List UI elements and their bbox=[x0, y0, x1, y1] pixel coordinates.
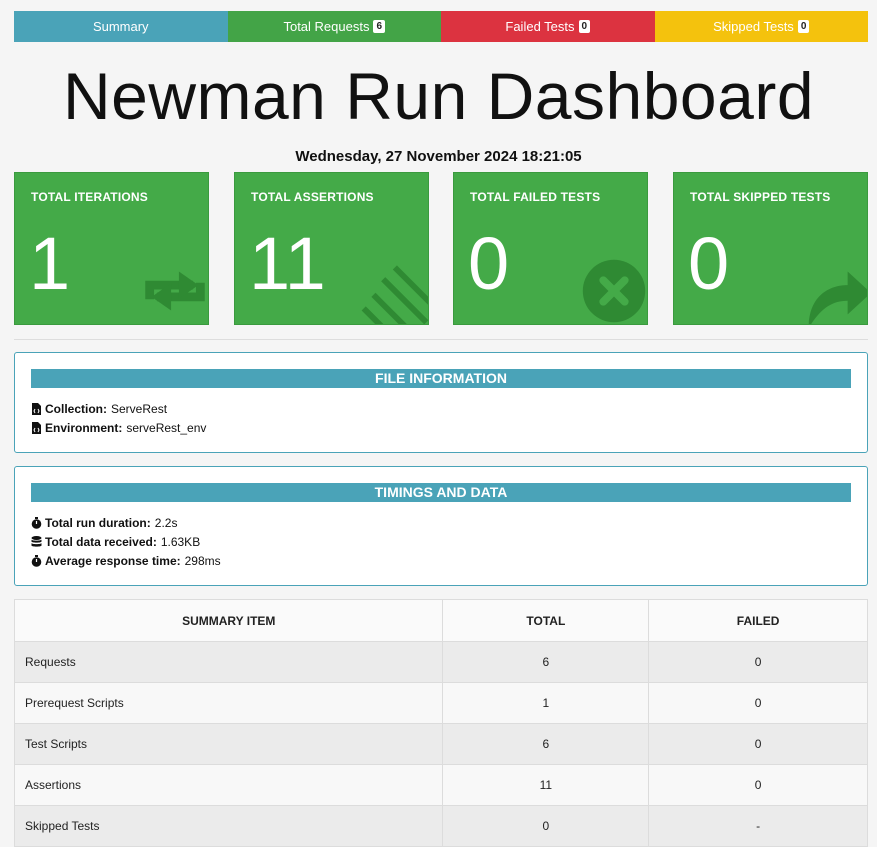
table-row: Prerequest Scripts 1 0 bbox=[13, 682, 868, 724]
count-badge: 0 bbox=[797, 20, 810, 33]
table-row: Test Scripts 6 0 bbox=[13, 723, 868, 765]
summary-item: Requests bbox=[13, 641, 444, 683]
total-cell: 1 bbox=[442, 682, 650, 724]
stopwatch-icon bbox=[31, 517, 42, 529]
card-total-assertions: TOTAL ASSERTIONS 11 bbox=[234, 172, 429, 325]
failed-cell: 0 bbox=[648, 641, 868, 683]
environment-row: Environment: serveRest_env bbox=[31, 421, 206, 435]
summary-item: Prerequest Scripts bbox=[13, 682, 444, 724]
collection-row: Collection: ServeRest bbox=[31, 402, 167, 416]
collection-label: Collection: bbox=[45, 402, 107, 416]
card-value: 0 bbox=[468, 222, 510, 305]
panel-heading: FILE INFORMATION bbox=[31, 369, 851, 388]
tab-label: Failed Tests bbox=[505, 19, 575, 34]
sync-icon bbox=[145, 271, 205, 311]
data-received-label: Total data received: bbox=[45, 535, 157, 549]
stopwatch-icon bbox=[31, 555, 42, 567]
tab-failed-tests[interactable]: Failed Tests 0 bbox=[441, 11, 655, 42]
file-information-panel: FILE INFORMATION Collection: ServeRest E… bbox=[14, 352, 868, 453]
tab-label: Total Requests bbox=[283, 19, 370, 34]
card-total-failed-tests: TOTAL FAILED TESTS 0 bbox=[453, 172, 648, 325]
data-received-value: 1.63KB bbox=[160, 535, 201, 549]
panel-heading: TIMINGS AND DATA bbox=[31, 483, 851, 502]
tab-summary[interactable]: Summary bbox=[14, 11, 228, 42]
failed-cell: - bbox=[648, 805, 868, 847]
card-label: TOTAL SKIPPED TESTS bbox=[690, 190, 831, 204]
data-received-row: Total data received: 1.63KB bbox=[31, 535, 200, 549]
environment-label: Environment: bbox=[45, 421, 123, 435]
total-cell: 11 bbox=[442, 764, 650, 806]
card-label: TOTAL FAILED TESTS bbox=[470, 190, 601, 204]
response-time-label: Average response time: bbox=[45, 554, 181, 568]
table-row: Assertions 11 0 bbox=[13, 764, 868, 806]
card-value: 11 bbox=[249, 222, 326, 305]
response-time-row: Average response time: 298ms bbox=[31, 554, 221, 568]
database-icon bbox=[31, 536, 42, 547]
file-code-icon bbox=[32, 403, 41, 415]
table-header-row: SUMMARY ITEM TOTAL FAILED bbox=[13, 599, 868, 642]
tab-skipped-tests[interactable]: Skipped Tests 0 bbox=[654, 11, 868, 42]
card-label: TOTAL ITERATIONS bbox=[31, 190, 148, 204]
summary-item: Assertions bbox=[13, 764, 444, 806]
tab-total-requests[interactable]: Total Requests 6 bbox=[227, 11, 441, 42]
duration-label: Total run duration: bbox=[45, 516, 151, 530]
failed-cell: 0 bbox=[648, 764, 868, 806]
page-title: Newman Run Dashboard bbox=[62, 59, 815, 133]
share-icon bbox=[808, 271, 867, 324]
table-row: Requests 6 0 bbox=[13, 641, 868, 683]
column-header: SUMMARY ITEM bbox=[13, 599, 444, 642]
tab-label: Skipped Tests bbox=[713, 19, 794, 34]
response-time-value: 298ms bbox=[184, 554, 221, 568]
tab-label: Summary bbox=[92, 19, 149, 34]
card-label: TOTAL ASSERTIONS bbox=[251, 190, 374, 204]
nav-tabs: Summary Total Requests 6 Failed Tests 0 … bbox=[14, 11, 868, 42]
column-header: TOTAL bbox=[442, 599, 650, 642]
summary-item: Skipped Tests bbox=[13, 805, 444, 847]
environment-value: serveRest_env bbox=[126, 421, 207, 435]
card-value: 0 bbox=[688, 222, 730, 305]
count-badge: 6 bbox=[373, 20, 386, 33]
duration-value: 2.2s bbox=[154, 516, 178, 530]
card-total-iterations: TOTAL ITERATIONS 1 bbox=[14, 172, 209, 325]
total-cell: 0 bbox=[442, 805, 650, 847]
file-code-icon bbox=[32, 422, 41, 434]
duration-row: Total run duration: 2.2s bbox=[31, 516, 177, 530]
timings-and-data-panel: TIMINGS AND DATA Total run duration: 2.2… bbox=[14, 466, 868, 586]
run-datetime: Wednesday, 27 November 2024 18:21:05 bbox=[295, 148, 582, 165]
times-circle-icon bbox=[582, 259, 646, 323]
column-header: FAILED bbox=[648, 599, 868, 642]
table-row: Skipped Tests 0 - bbox=[13, 805, 868, 847]
failed-cell: 0 bbox=[648, 723, 868, 765]
total-cell: 6 bbox=[442, 723, 650, 765]
summary-item: Test Scripts bbox=[13, 723, 444, 765]
card-total-skipped-tests: TOTAL SKIPPED TESTS 0 bbox=[673, 172, 868, 325]
collection-value: ServeRest bbox=[111, 402, 168, 416]
failed-cell: 0 bbox=[648, 682, 868, 724]
count-badge: 0 bbox=[578, 20, 591, 33]
card-value: 1 bbox=[29, 222, 71, 305]
total-cell: 6 bbox=[442, 641, 650, 683]
tasks-icon bbox=[361, 265, 428, 324]
summary-table: SUMMARY ITEM TOTAL FAILED Requests 6 0 P… bbox=[13, 599, 868, 847]
divider bbox=[14, 339, 868, 340]
